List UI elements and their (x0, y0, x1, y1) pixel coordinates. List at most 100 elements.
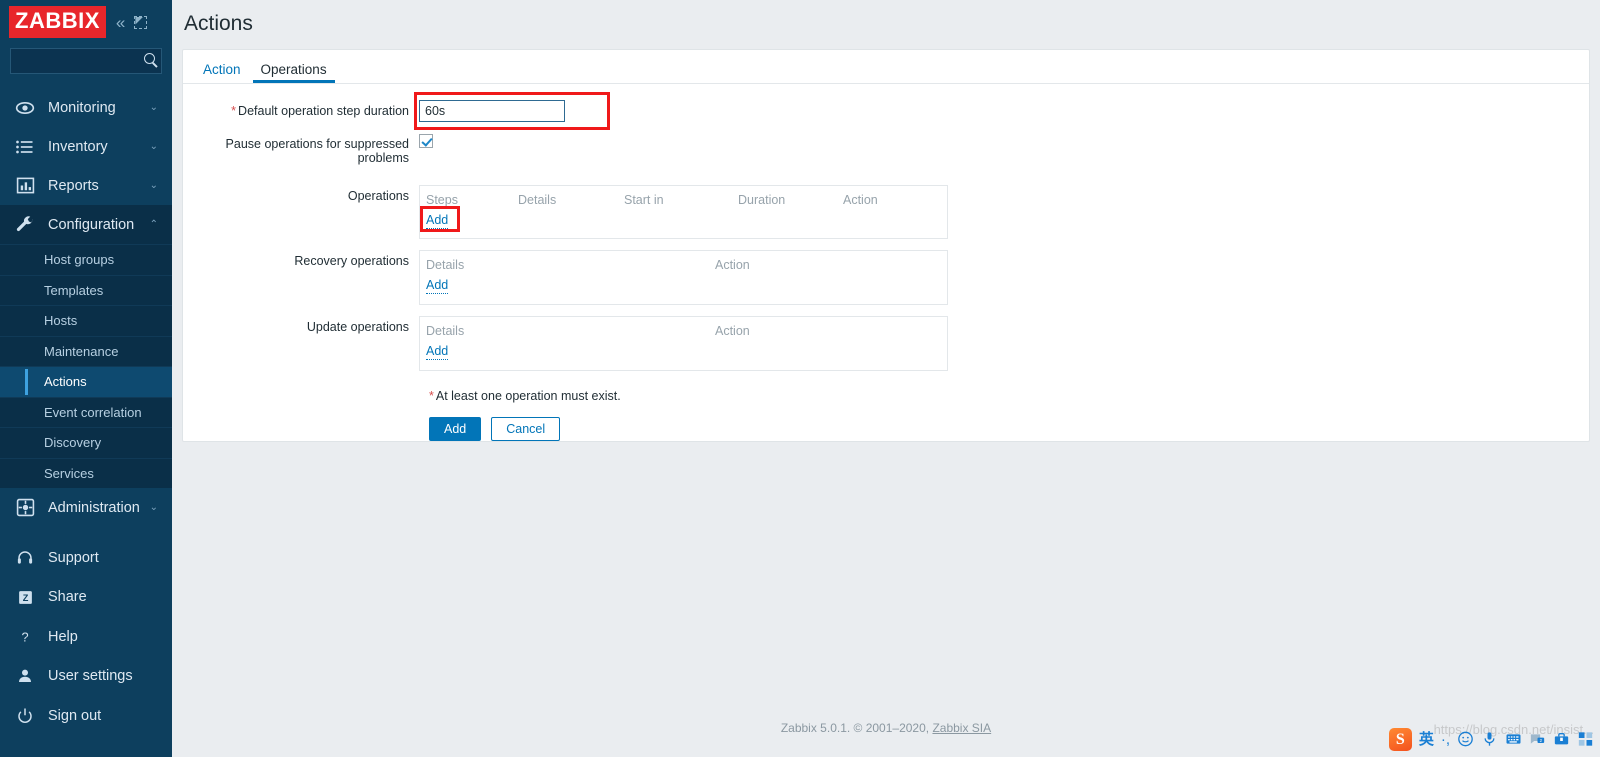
sidebar-item-configuration[interactable]: Configuration ⌃ (0, 205, 172, 244)
chevron-up-icon: ⌃ (149, 219, 158, 230)
wrench-icon (14, 214, 36, 236)
svg-text:Z: Z (22, 593, 28, 603)
emoji-icon[interactable] (1457, 731, 1474, 747)
sidebar: ZABBIX « Monitoring ⌄ Inventory ⌄ Report… (0, 0, 199, 757)
microphone-icon[interactable] (1481, 731, 1498, 747)
chevron-down-icon: ⌄ (149, 180, 158, 191)
sidebar-item-label: Administration (48, 499, 140, 516)
update-operations-control: Details Action Add (419, 316, 1589, 371)
sidebar-item-actions[interactable]: Actions (0, 366, 172, 397)
gear-icon (14, 497, 36, 519)
required-marker: * (231, 104, 237, 118)
form-tabs: Action Operations (183, 50, 1589, 84)
sidebar-item-label: Configuration (48, 216, 135, 233)
sidebar-item-label: Reports (48, 177, 99, 194)
dashed-expand-icon[interactable] (134, 15, 148, 29)
sidebar-header-icons: « (116, 14, 148, 31)
zabbix-app-window: ZABBIX « Monitoring ⌄ Inventory ⌄ Report… (0, 0, 1600, 757)
cancel-button[interactable]: Cancel (491, 417, 561, 441)
label-text: Default operation step duration (238, 104, 409, 118)
footer-link-zabbix-sia[interactable]: Zabbix SIA (932, 721, 991, 735)
tab-operations[interactable]: Operations (251, 62, 337, 84)
required-note-text: At least one operation must exist. (435, 389, 621, 403)
sub-item-label: Hosts (44, 313, 78, 329)
sidebar-item-administration[interactable]: Administration ⌄ (0, 488, 172, 527)
language-mode-cn[interactable]: 英 (1419, 732, 1434, 747)
column-details: Details (426, 258, 465, 272)
column-action: Action (715, 258, 750, 272)
power-icon (14, 705, 36, 727)
update-operations-table-header: Details Action (420, 324, 947, 338)
sogou-logo-icon[interactable] (1388, 727, 1412, 751)
keyboard-icon[interactable] (1505, 731, 1522, 747)
bar-chart-icon (14, 175, 36, 197)
chevron-down-icon: ⌄ (149, 141, 158, 152)
field-default-step-duration: * Default operation step duration (183, 92, 1589, 130)
svg-text:?: ? (21, 629, 28, 644)
field-operations: Operations Steps Details Start in Durati… (183, 185, 1589, 239)
sidebar-item-maintenance[interactable]: Maintenance (0, 335, 172, 367)
sidebar-nav: Monitoring ⌄ Inventory ⌄ Reports ⌄ Confi… (0, 88, 172, 527)
update-operations-add-link[interactable]: Add (426, 344, 449, 360)
column-steps: Steps (426, 193, 458, 207)
recovery-operations-table-header: Details Action (420, 258, 947, 272)
person-icon (14, 665, 36, 687)
configuration-submenu: Host groups Templates Hosts Maintenance … (0, 244, 172, 488)
sidebar-item-user-settings[interactable]: User settings (0, 657, 172, 697)
question-icon: ? (14, 626, 36, 648)
sidebar-item-templates[interactable]: Templates (0, 274, 172, 306)
sub-item-label: Event correlation (44, 404, 142, 420)
column-duration: Duration (738, 193, 786, 207)
sidebar-search[interactable] (10, 48, 199, 74)
recovery-operations-add-link[interactable]: Add (426, 278, 449, 294)
sidebar-item-share[interactable]: Z Share (0, 578, 172, 618)
sidebar-item-discovery[interactable]: Discovery (0, 427, 172, 458)
chevrons-left-icon[interactable]: « (116, 14, 125, 31)
required-note: * At least one operation must exist. (419, 389, 1589, 403)
sub-item-label: Discovery (44, 435, 102, 451)
zabbix-logo[interactable]: ZABBIX (9, 6, 106, 38)
punctuation-toggle-icon[interactable]: ·, (1441, 732, 1450, 747)
sidebar-item-host-groups[interactable]: Host groups (0, 244, 172, 275)
toolbox-icon[interactable] (1553, 731, 1570, 747)
sidebar-item-label: Share (48, 589, 87, 606)
chevron-down-icon: ⌄ (149, 102, 158, 113)
headset-icon (14, 547, 36, 569)
field-recovery-operations: Recovery operations Details Action Add (183, 250, 1589, 305)
footer-text: Zabbix 5.0.1. © 2001–2020, (780, 721, 933, 735)
sidebar-item-label: Inventory (48, 138, 108, 155)
speech-bubble-icon[interactable]: 2 (1529, 731, 1546, 747)
default-step-duration-input[interactable] (419, 100, 565, 122)
app-grid-icon[interactable] (1577, 731, 1594, 747)
operations-add-link[interactable]: Add (426, 213, 449, 229)
column-action: Action (715, 324, 750, 338)
pause-suppressed-label: Pause operations for suppressed problems (225, 137, 409, 165)
pause-suppressed-control (419, 133, 1589, 148)
pause-suppressed-checkbox[interactable] (419, 133, 433, 148)
sidebar-item-sign-out[interactable]: Sign out (0, 696, 172, 736)
tab-action[interactable]: Action (193, 62, 251, 84)
recovery-operations-table: Details Action Add (419, 250, 948, 305)
eye-icon (14, 97, 36, 119)
list-icon (14, 136, 36, 158)
operations-table: Steps Details Start in Duration Action A… (419, 185, 948, 239)
add-button[interactable]: Add (429, 417, 482, 441)
operations-form: *Default operation step duration Pause o… (183, 84, 1589, 441)
sidebar-item-support[interactable]: Support (0, 538, 172, 578)
sidebar-item-monitoring[interactable]: Monitoring ⌄ (0, 88, 172, 127)
operations-control: Steps Details Start in Duration Action A… (419, 185, 1589, 239)
zabbix-z-icon: Z (14, 586, 36, 608)
sidebar-item-services[interactable]: Services (0, 457, 172, 489)
recovery-operations-label: Recovery operations (294, 254, 409, 268)
operations-label: Operations (347, 189, 409, 203)
sidebar-item-hosts[interactable]: Hosts (0, 305, 172, 336)
sidebar-item-help[interactable]: ? Help (0, 617, 172, 657)
chevron-down-icon: ⌄ (149, 502, 158, 513)
search-input[interactable] (11, 49, 199, 73)
sidebar-item-inventory[interactable]: Inventory ⌄ (0, 127, 172, 166)
recovery-operations-control: Details Action Add (419, 250, 1589, 305)
sidebar-item-event-correlation[interactable]: Event correlation (0, 396, 172, 428)
sidebar-item-reports[interactable]: Reports ⌄ (0, 166, 172, 205)
sidebar-item-label: Support (48, 549, 99, 566)
sub-item-label: Host groups (44, 252, 115, 268)
